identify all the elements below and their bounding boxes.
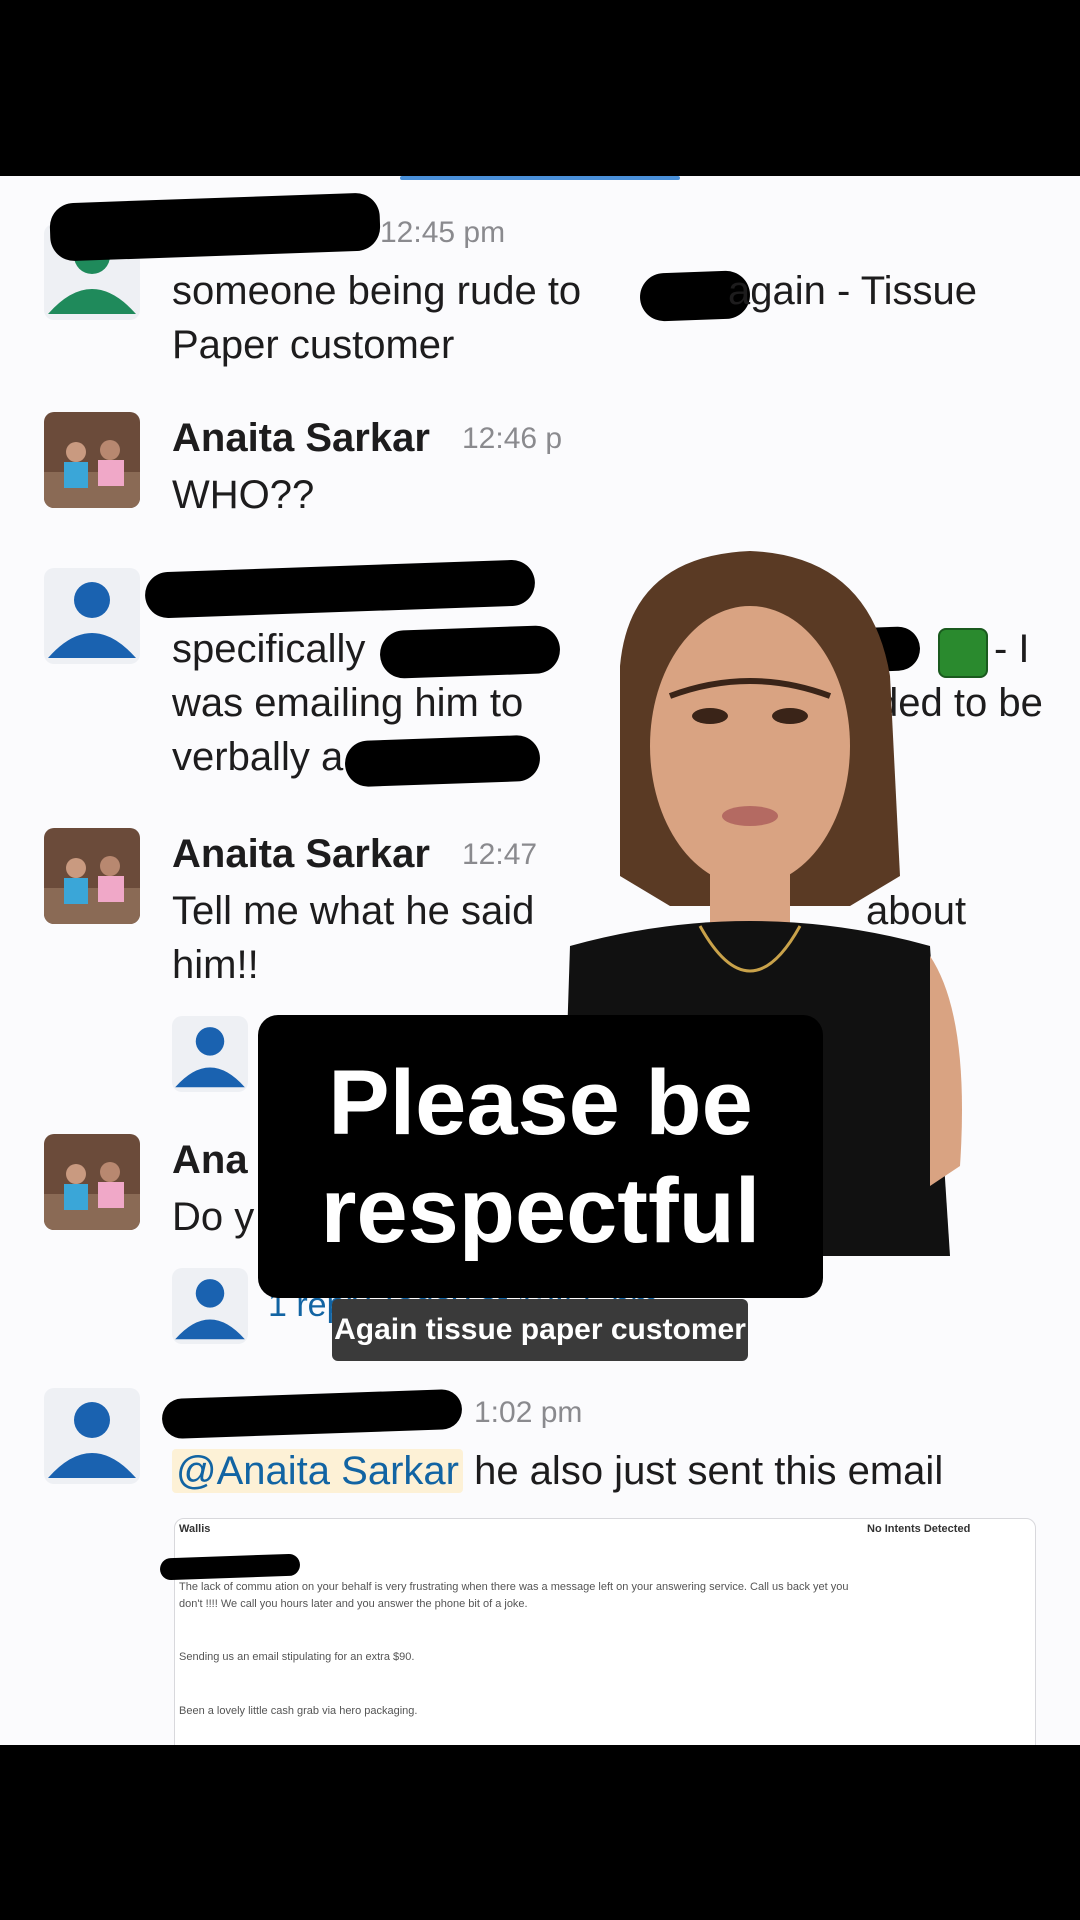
redaction-mark [161, 1388, 463, 1440]
sender-name[interactable]: Anaita Sarkar [172, 416, 430, 461]
chat-panel: 12:45 pm someone being rude to again - T… [0, 176, 1080, 1745]
sender-name[interactable]: Anaita Sarkar [172, 832, 430, 877]
redaction-mark [379, 624, 561, 680]
message-text: - I [994, 627, 1030, 671]
avatar-anaita-sarkar[interactable] [44, 412, 140, 508]
redaction-mark [144, 559, 536, 619]
video-bottom-bar [0, 1745, 1080, 1920]
user-icon [175, 1027, 245, 1088]
caption-line: respectful [320, 1159, 761, 1262]
email-body-line: The lack of commu ation on your behalf i… [179, 1581, 849, 1593]
redaction-mark [49, 192, 381, 262]
sender-name[interactable]: Ana [172, 1138, 248, 1183]
user-mention[interactable]: @Anaita Sarkar [172, 1449, 463, 1493]
top-accent-bar [400, 176, 680, 180]
message-time: 12:47 [462, 838, 538, 871]
message-time: 12:45 pm [380, 216, 506, 249]
caption-box: Please be respectful [258, 1015, 823, 1298]
message-text: again - Tissue [728, 269, 978, 313]
user-icon [48, 1402, 136, 1478]
message-text: Do y [172, 1195, 255, 1239]
message-text: specifically [172, 627, 366, 671]
avatar-default[interactable] [44, 568, 140, 664]
profile-photo [44, 412, 140, 508]
avatar-anaita-sarkar[interactable] [44, 1134, 140, 1230]
message-text: verbally a [172, 735, 344, 779]
message-text: Tell me what he said [172, 889, 535, 933]
message-text: someone being rude to [172, 269, 582, 313]
user-icon [48, 582, 136, 658]
email-attachment-preview[interactable]: Wallis No Intents Detected The lack of c… [174, 1518, 1036, 1745]
redaction-mark [344, 734, 541, 788]
profile-photo [44, 828, 140, 924]
message-text: Paper customer [172, 323, 455, 367]
email-status: No Intents Detected [867, 1523, 971, 1535]
message-text: was emailing him to [172, 681, 524, 725]
avatar-default[interactable] [172, 1268, 248, 1344]
message-text: him!! [172, 943, 259, 987]
subtitle-caption: Again tissue paper customer [332, 1299, 748, 1361]
message-time: 12:46 p [462, 422, 563, 455]
avatar-default[interactable] [44, 1388, 140, 1484]
message-text: @Anaita Sarkar he also just sent this em… [172, 1444, 943, 1498]
message-time: 1:02 pm [474, 1396, 583, 1429]
message-text: WHO?? [172, 473, 315, 517]
message-text-rest: he also just sent this email [474, 1449, 944, 1493]
caption-line: Please be [328, 1051, 753, 1154]
email-body-line: Sending us an email stipulating for an e… [179, 1651, 415, 1663]
email-body-line: Been a lovely little cash grab via hero … [179, 1705, 418, 1717]
video-top-bar [0, 0, 1080, 176]
email-body-line: don't !!!! We call you hours later and y… [179, 1598, 528, 1610]
avatar-anaita-sarkar[interactable] [44, 828, 140, 924]
user-icon [175, 1279, 245, 1340]
profile-photo [44, 1134, 140, 1230]
email-sender: Wallis [179, 1523, 211, 1535]
avatar-default[interactable] [172, 1016, 248, 1092]
